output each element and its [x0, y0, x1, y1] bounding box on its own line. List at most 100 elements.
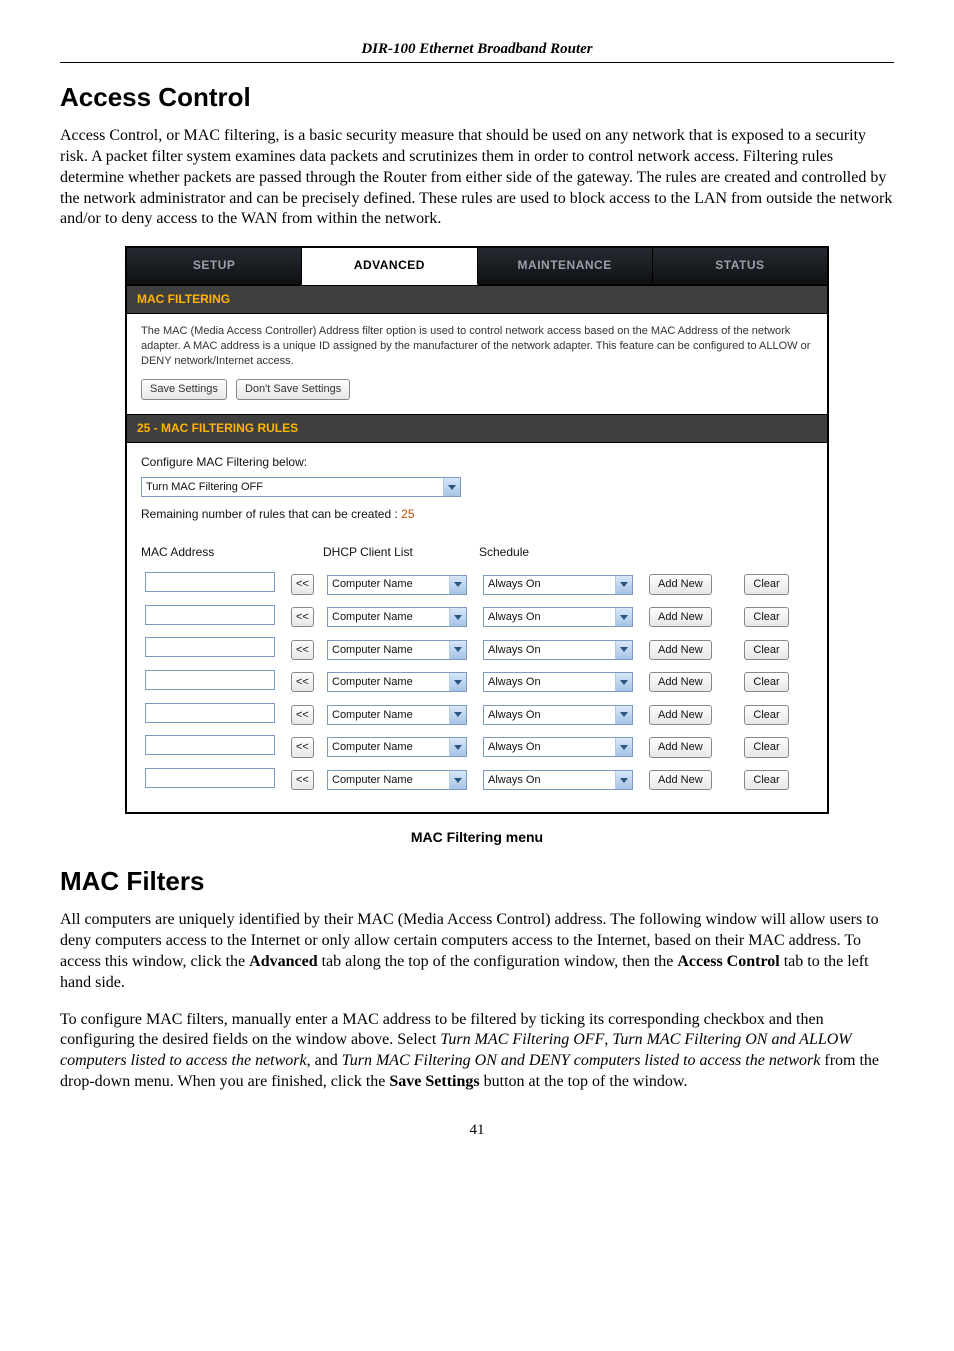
- p1-bold1: Advanced: [249, 953, 317, 970]
- col-schedule: Schedule: [479, 545, 645, 565]
- tab-advanced[interactable]: ADVANCED: [302, 248, 477, 285]
- col-mac: MAC Address: [141, 545, 287, 565]
- section2-para1: All computers are uniquely identified by…: [60, 910, 894, 993]
- col-dhcp: DHCP Client List: [323, 545, 479, 565]
- rules-table: MAC Address DHCP Client List Schedule <<…: [141, 537, 813, 801]
- tab-setup[interactable]: SETUP: [127, 248, 302, 285]
- mac-input[interactable]: [145, 670, 275, 690]
- table-row: << Computer Name Always On Add New Clear: [141, 735, 813, 760]
- clear-button[interactable]: Clear: [744, 705, 788, 725]
- dhcp-value: Computer Name: [332, 643, 413, 657]
- chevron-down-icon: [449, 608, 466, 626]
- chevron-down-icon: [615, 771, 632, 789]
- mac-input[interactable]: [145, 735, 275, 755]
- band-rules: 25 - MAC FILTERING RULES: [127, 414, 827, 444]
- chevron-down-icon: [449, 738, 466, 756]
- schedule-select[interactable]: Always On: [483, 575, 633, 595]
- copy-mac-button[interactable]: <<: [291, 640, 314, 660]
- clear-button[interactable]: Clear: [744, 607, 788, 627]
- chevron-down-icon: [449, 576, 466, 594]
- chevron-down-icon: [449, 706, 466, 724]
- table-row: << Computer Name Always On Add New Clear: [141, 768, 813, 793]
- dhcp-select[interactable]: Computer Name: [327, 737, 467, 757]
- p1-mid: tab along the top of the configuration w…: [318, 953, 678, 970]
- p2-post: button at the top of the window.: [480, 1073, 688, 1090]
- dhcp-select[interactable]: Computer Name: [327, 607, 467, 627]
- band-mac-filtering: MAC FILTERING: [127, 285, 827, 315]
- clear-button[interactable]: Clear: [744, 574, 788, 594]
- copy-mac-button[interactable]: <<: [291, 672, 314, 692]
- clear-button[interactable]: Clear: [744, 737, 788, 757]
- add-new-button[interactable]: Add New: [649, 672, 712, 692]
- schedule-value: Always On: [488, 675, 541, 689]
- schedule-select[interactable]: Always On: [483, 770, 633, 790]
- dhcp-select[interactable]: Computer Name: [327, 705, 467, 725]
- add-new-button[interactable]: Add New: [649, 574, 712, 594]
- table-row: << Computer Name Always On Add New Clear: [141, 637, 813, 662]
- schedule-select[interactable]: Always On: [483, 672, 633, 692]
- configure-label: Configure MAC Filtering below:: [141, 455, 813, 471]
- clear-button[interactable]: Clear: [744, 640, 788, 660]
- remaining-count: 25: [401, 507, 414, 521]
- chevron-down-icon: [615, 641, 632, 659]
- clear-button[interactable]: Clear: [744, 770, 788, 790]
- dhcp-value: Computer Name: [332, 740, 413, 754]
- schedule-value: Always On: [488, 740, 541, 754]
- chevron-down-icon: [443, 478, 460, 496]
- copy-mac-button[interactable]: <<: [291, 607, 314, 627]
- add-new-button[interactable]: Add New: [649, 737, 712, 757]
- table-row: << Computer Name Always On Add New Clear: [141, 670, 813, 695]
- tab-status[interactable]: STATUS: [653, 248, 827, 285]
- chevron-down-icon: [615, 673, 632, 691]
- add-new-button[interactable]: Add New: [649, 607, 712, 627]
- copy-mac-button[interactable]: <<: [291, 737, 314, 757]
- add-new-button[interactable]: Add New: [649, 770, 712, 790]
- schedule-value: Always On: [488, 708, 541, 722]
- p2-it3: Turn MAC Filtering ON and DENY computers…: [342, 1052, 821, 1069]
- dhcp-select[interactable]: Computer Name: [327, 575, 467, 595]
- copy-mac-button[interactable]: <<: [291, 770, 314, 790]
- clear-button[interactable]: Clear: [744, 672, 788, 692]
- filter-mode-value: Turn MAC Filtering OFF: [146, 480, 263, 494]
- tab-maintenance[interactable]: MAINTENANCE: [478, 248, 653, 285]
- dhcp-value: Computer Name: [332, 675, 413, 689]
- p2-it1: Turn MAC Filtering OFF: [440, 1031, 604, 1048]
- p2-mid2: , and: [307, 1052, 342, 1069]
- schedule-select[interactable]: Always On: [483, 607, 633, 627]
- schedule-select[interactable]: Always On: [483, 640, 633, 660]
- schedule-value: Always On: [488, 610, 541, 624]
- mac-input[interactable]: [145, 703, 275, 723]
- copy-mac-button[interactable]: <<: [291, 705, 314, 725]
- schedule-value: Always On: [488, 577, 541, 591]
- mac-input[interactable]: [145, 768, 275, 788]
- dont-save-settings-button[interactable]: Don't Save Settings: [236, 379, 350, 400]
- dhcp-select[interactable]: Computer Name: [327, 770, 467, 790]
- schedule-select[interactable]: Always On: [483, 737, 633, 757]
- mac-input[interactable]: [145, 637, 275, 657]
- save-settings-button[interactable]: Save Settings: [141, 379, 227, 400]
- doc-header: DIR-100 Ethernet Broadband Router: [60, 40, 894, 63]
- filter-body: Configure MAC Filtering below: Turn MAC …: [127, 443, 827, 812]
- copy-mac-button[interactable]: <<: [291, 574, 314, 594]
- p1-bold2: Access Control: [677, 953, 779, 970]
- mac-input[interactable]: [145, 605, 275, 625]
- table-row: << Computer Name Always On Add New Clear: [141, 572, 813, 597]
- p2-bold: Save Settings: [389, 1073, 479, 1090]
- add-new-button[interactable]: Add New: [649, 640, 712, 660]
- section1-para: Access Control, or MAC filtering, is a b…: [60, 126, 894, 230]
- schedule-value: Always On: [488, 643, 541, 657]
- page-number: 41: [60, 1121, 894, 1141]
- filter-mode-select[interactable]: Turn MAC Filtering OFF: [141, 477, 461, 497]
- schedule-select[interactable]: Always On: [483, 705, 633, 725]
- dhcp-select[interactable]: Computer Name: [327, 672, 467, 692]
- tab-bar: SETUP ADVANCED MAINTENANCE STATUS: [127, 248, 827, 285]
- chevron-down-icon: [615, 738, 632, 756]
- mac-input[interactable]: [145, 572, 275, 592]
- chevron-down-icon: [449, 673, 466, 691]
- figure-caption: MAC Filtering menu: [60, 828, 894, 846]
- dhcp-value: Computer Name: [332, 708, 413, 722]
- dhcp-value: Computer Name: [332, 610, 413, 624]
- add-new-button[interactable]: Add New: [649, 705, 712, 725]
- dhcp-select[interactable]: Computer Name: [327, 640, 467, 660]
- section2-para2: To configure MAC filters, manually enter…: [60, 1010, 894, 1093]
